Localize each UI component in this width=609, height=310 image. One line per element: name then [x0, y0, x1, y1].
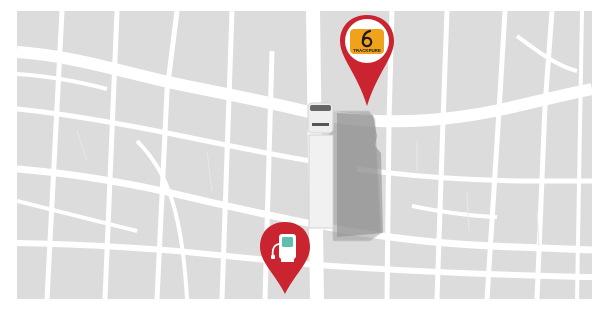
- map-view[interactable]: TRACKPURE: [17, 11, 592, 299]
- truck-icon[interactable]: [307, 102, 383, 241]
- brand-logo-text: TRACKPURE: [353, 48, 381, 53]
